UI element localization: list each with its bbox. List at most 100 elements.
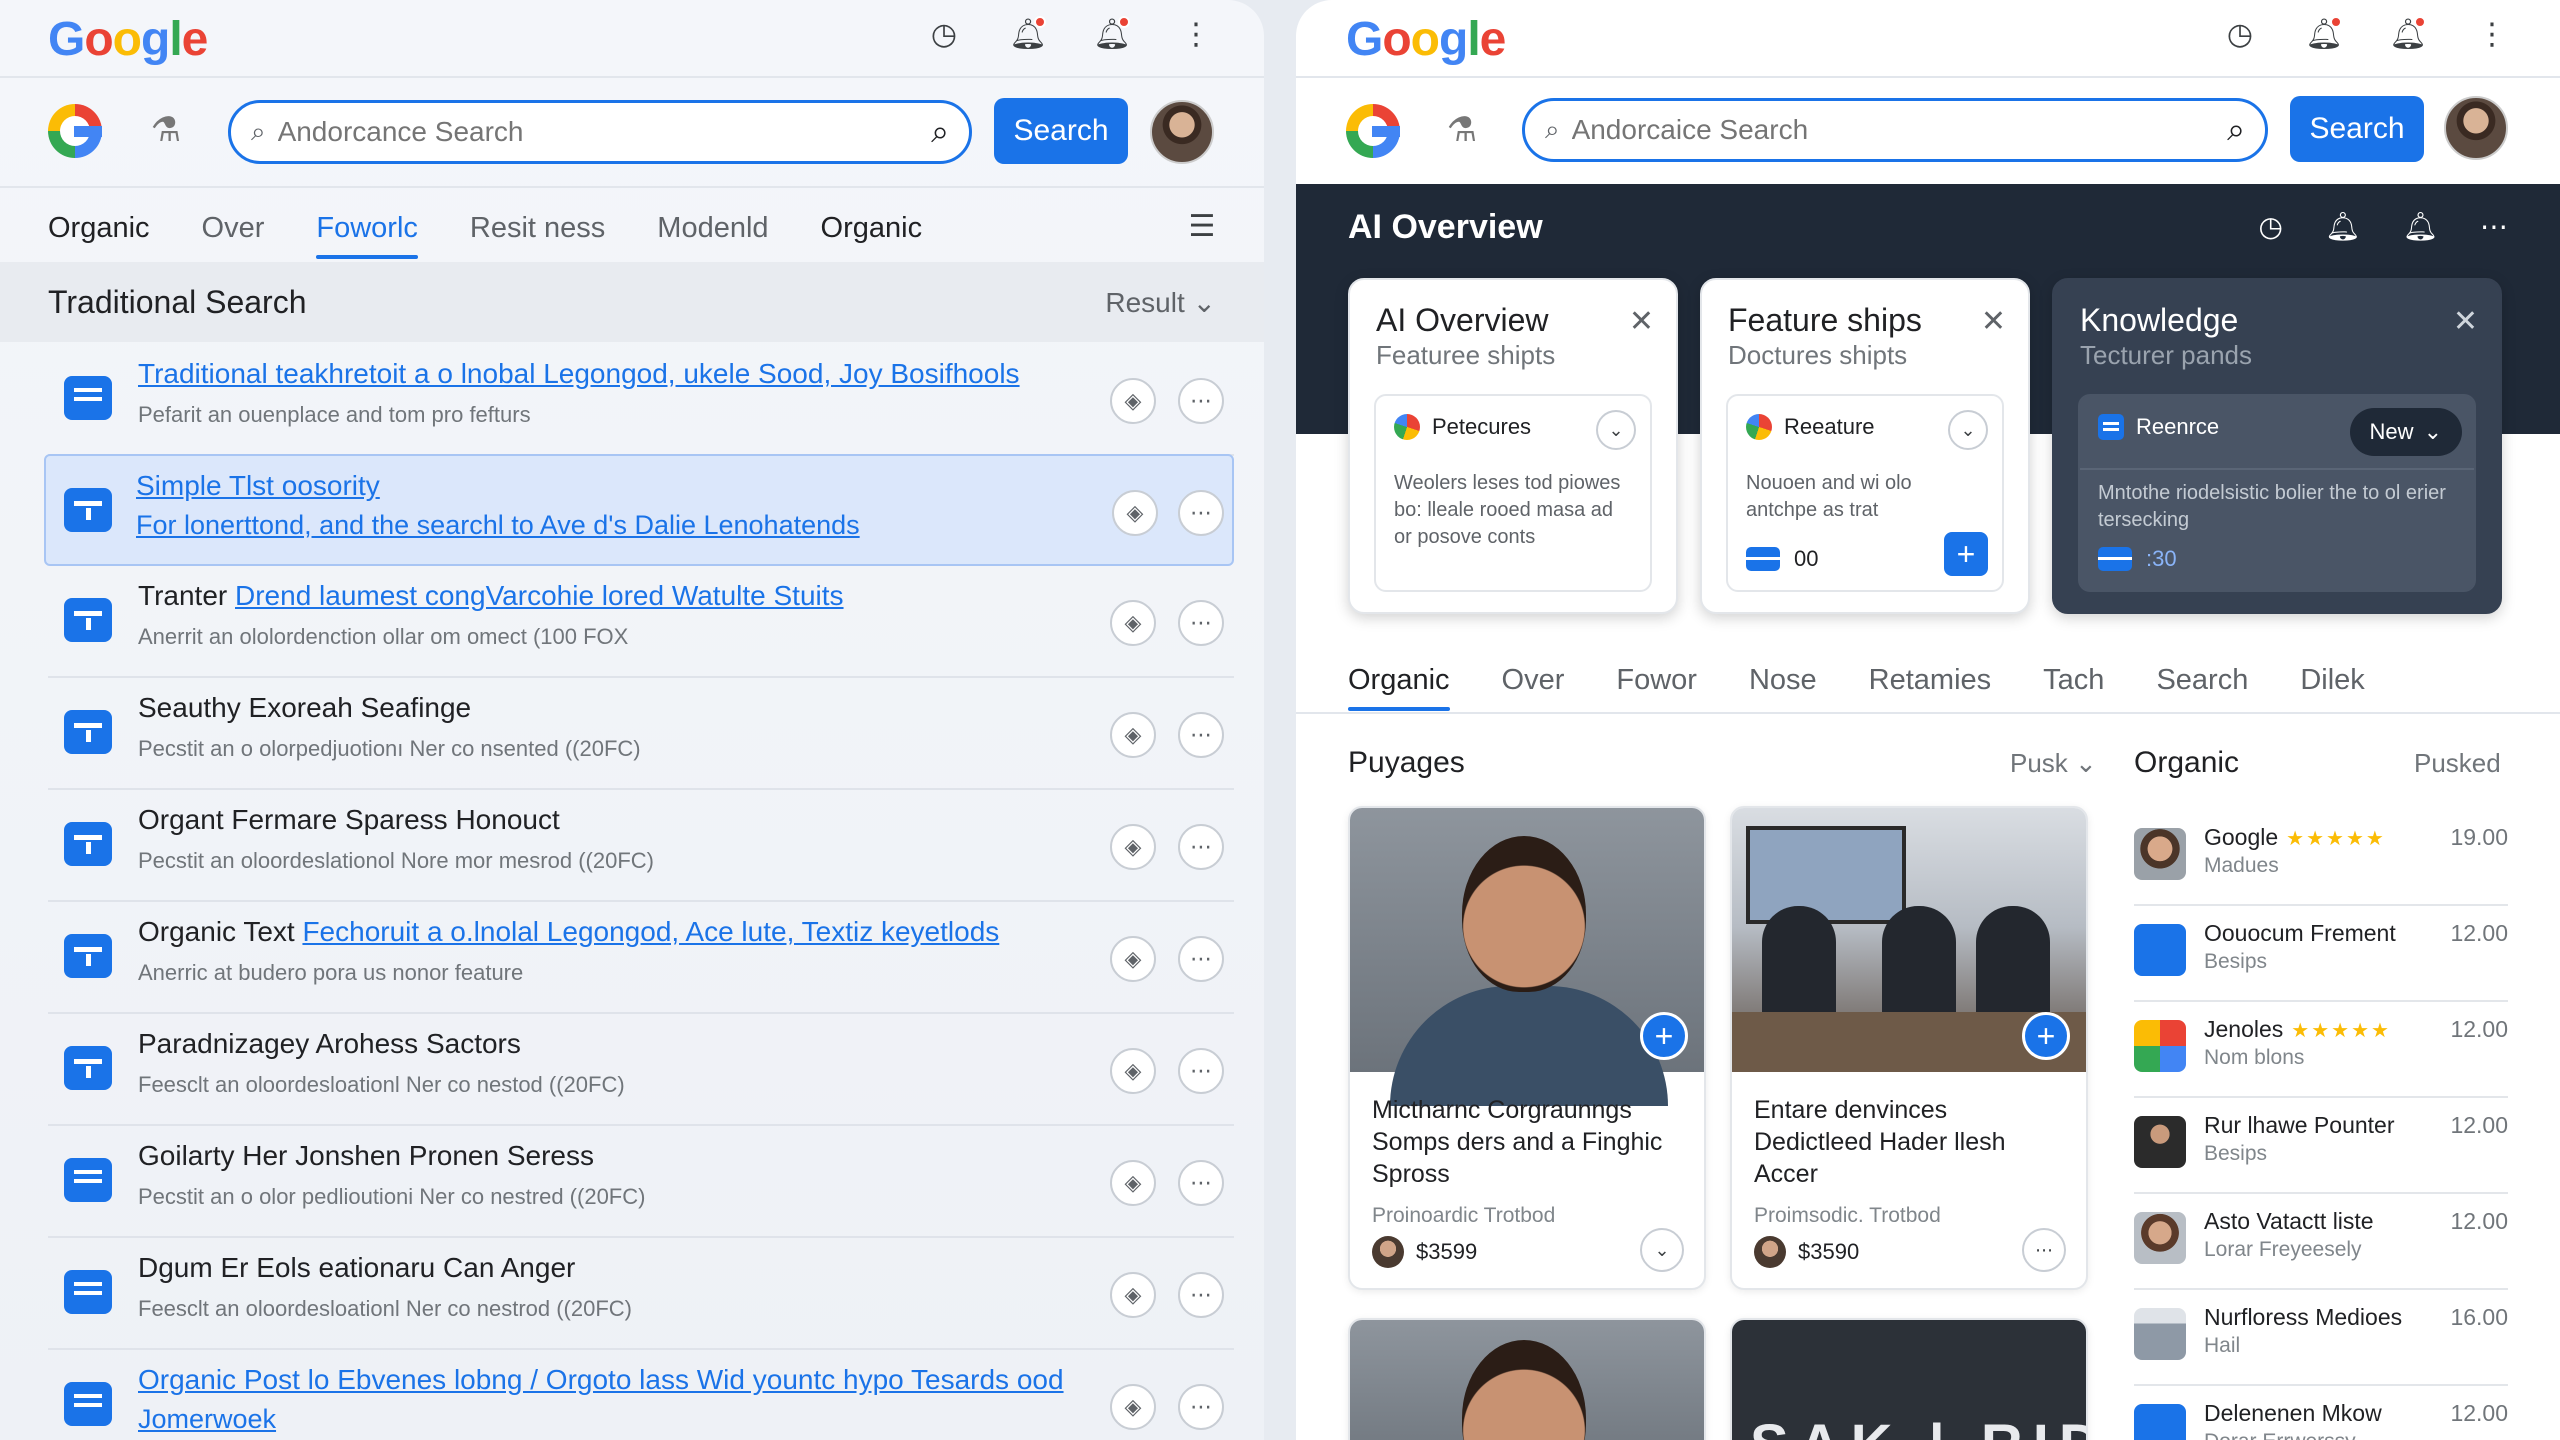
- user-avatar[interactable]: [1150, 100, 1214, 164]
- directions-icon[interactable]: ◈: [1110, 1272, 1156, 1318]
- close-icon[interactable]: ✕: [1981, 304, 2006, 339]
- directions-icon[interactable]: ◈: [1110, 1160, 1156, 1206]
- organic-sort[interactable]: Pusked: [2414, 748, 2501, 779]
- tab-fowor[interactable]: Fowor: [1616, 664, 1697, 711]
- organic-list-item[interactable]: Delenenen Mkow Dorar Errwerssy 12.00: [2134, 1386, 2508, 1440]
- result-item[interactable]: Organic Text Fechoruit a o.lnolal Legong…: [48, 902, 1234, 1014]
- chevron-down-icon[interactable]: ⌄: [1596, 410, 1636, 450]
- more-vert-icon[interactable]: ⋮: [1176, 14, 1216, 54]
- directions-icon[interactable]: ◈: [1110, 936, 1156, 982]
- directions-icon[interactable]: ◈: [1110, 712, 1156, 758]
- result-title[interactable]: Organt Fermare Sparess Honouct: [138, 804, 560, 836]
- result-link[interactable]: Organic Post lo Ebvenes lobng / Orgoto l…: [138, 1364, 1064, 1395]
- timer-icon[interactable]: ◷: [2220, 14, 2260, 54]
- result-item[interactable]: Tranter Drend laumest congVarcohie lored…: [48, 566, 1234, 678]
- organic-list-item[interactable]: Asto Vatactt liste Lorar Freyeesely 12.00: [2134, 1194, 2508, 1290]
- search-bar[interactable]: ⌕ ⌕: [1522, 98, 2268, 162]
- search-submit-icon[interactable]: ⌕: [2227, 111, 2245, 149]
- result-item[interactable]: Organt Fermare Sparess Honouct Pecstit a…: [48, 790, 1234, 902]
- result-item[interactable]: Goilarty Her Jonshen Pronen Seress Pecst…: [48, 1126, 1234, 1238]
- product-card[interactable]: + Mictharnc Corgraunngs Somps ders and a…: [1348, 806, 1706, 1290]
- overview-card[interactable]: AI Overview Featuree shipts ✕ Petecures …: [1348, 278, 1678, 614]
- more-horiz-icon[interactable]: ⋯: [1178, 1048, 1224, 1094]
- timer-icon[interactable]: ◷: [2258, 210, 2282, 243]
- result-title[interactable]: Paradnizagey Arohess Sactors: [138, 1028, 521, 1060]
- more-horiz-icon[interactable]: ⋯: [1178, 1160, 1224, 1206]
- add-button[interactable]: +: [1640, 1012, 1688, 1060]
- result-link[interactable]: Traditional teakhretoit a o lnobal Legon…: [138, 358, 1020, 389]
- more-horiz-icon[interactable]: ⋯: [1178, 1272, 1224, 1318]
- google-g-icon[interactable]: [48, 104, 102, 158]
- search-button[interactable]: Search: [994, 98, 1128, 164]
- search-input[interactable]: [1571, 114, 2228, 146]
- labs-icon[interactable]: ⚗: [1436, 110, 1488, 154]
- result-sub-link[interactable]: Jomerwoek: [138, 1404, 276, 1435]
- result-sort-dropdown[interactable]: Result ⌄: [1105, 286, 1216, 319]
- result-item-selected[interactable]: Simple Tlst oosority For lonerttond, and…: [44, 454, 1234, 566]
- feature-card[interactable]: Feature ships Doctures shipts ✕ Reeature…: [1700, 278, 2030, 614]
- alert-bell-icon[interactable]: 🔔︎: [2388, 14, 2428, 54]
- knowledge-card[interactable]: Knowledge Tecturer pands ✕ Reenrce New ⌄…: [2052, 278, 2502, 614]
- close-icon[interactable]: ✕: [1629, 304, 1654, 339]
- bell-icon[interactable]: 🔔︎: [2325, 210, 2361, 243]
- tab-organic[interactable]: Organic: [1348, 664, 1450, 711]
- google-g-icon[interactable]: [1346, 104, 1400, 158]
- product-card[interactable]: + Entare denvinces Dedictleed Hader lles…: [1730, 806, 2088, 1290]
- add-button[interactable]: +: [2022, 1012, 2070, 1060]
- directions-icon[interactable]: ◈: [1110, 600, 1156, 646]
- organic-list-item[interactable]: Rur lhawe Pounter Besips 12.00: [2134, 1098, 2508, 1194]
- more-horiz-icon[interactable]: ⋯: [1178, 1384, 1224, 1430]
- more-horiz-icon[interactable]: ⋯: [1178, 600, 1224, 646]
- more-horiz-icon[interactable]: ⋯: [1178, 712, 1224, 758]
- tab-foworlc[interactable]: Foworlc: [316, 212, 418, 259]
- tab-nose[interactable]: Nose: [1749, 664, 1817, 711]
- more-horiz-icon[interactable]: ⋯: [1178, 378, 1224, 424]
- result-link[interactable]: Fechoruit a o.lnolal Legongod, Ace lute,…: [302, 916, 999, 947]
- tab-retamies[interactable]: Retamies: [1869, 664, 1992, 711]
- new-dropdown[interactable]: New ⌄: [2349, 408, 2462, 456]
- tab-over[interactable]: Over: [1502, 664, 1565, 711]
- pages-sort-dropdown[interactable]: Pusk ⌄: [2010, 748, 2097, 779]
- result-sub-link[interactable]: For lonerttond, and the searchl to Ave d…: [136, 510, 860, 541]
- directions-icon[interactable]: ◈: [1110, 824, 1156, 870]
- result-link[interactable]: Simple Tlst oosority: [136, 470, 380, 501]
- search-button[interactable]: Search: [2290, 96, 2424, 162]
- directions-icon[interactable]: ◈: [1110, 1384, 1156, 1430]
- labs-icon[interactable]: ⚗: [140, 110, 192, 154]
- result-item[interactable]: Paradnizagey Arohess Sactors Feesclt an …: [48, 1014, 1234, 1126]
- more-horiz-icon[interactable]: ⋯: [2480, 210, 2508, 243]
- search-submit-icon[interactable]: ⌕: [931, 113, 949, 151]
- menu-icon[interactable]: ☰: [1182, 206, 1222, 246]
- notification-bell-icon[interactable]: 🔔︎: [1008, 14, 1048, 54]
- tab-dilek[interactable]: Dilek: [2300, 664, 2364, 711]
- add-button[interactable]: +: [1944, 532, 1988, 576]
- google-logo[interactable]: Google: [48, 12, 208, 67]
- result-item[interactable]: Traditional teakhretoit a o lnobal Legon…: [48, 344, 1234, 456]
- result-link[interactable]: Drend laumest congVarcohie lored Watulte…: [235, 580, 844, 611]
- notification-bell-icon[interactable]: 🔔︎: [2304, 14, 2344, 54]
- result-title[interactable]: Dgum Er Eols eationaru Can Anger: [138, 1252, 575, 1284]
- search-bar[interactable]: ⌕ ⌕: [228, 100, 972, 164]
- user-avatar[interactable]: [2444, 96, 2508, 160]
- tab-modenld[interactable]: Modenld: [657, 212, 768, 259]
- more-horiz-icon[interactable]: ⋯: [1178, 936, 1224, 982]
- close-icon[interactable]: ✕: [2453, 304, 2478, 339]
- more-vert-icon[interactable]: ⋮: [2472, 14, 2512, 54]
- result-title[interactable]: Seauthy Exoreah Seafinge: [138, 692, 471, 724]
- result-item[interactable]: Seauthy Exoreah Seafinge Pecstit an o ol…: [48, 678, 1234, 790]
- organic-list-item[interactable]: Jenoles ★★★★★ Nom blons 12.00: [2134, 1002, 2508, 1098]
- organic-list-item[interactable]: Google ★★★★★ Madues 19.00: [2134, 810, 2508, 906]
- search-input[interactable]: [277, 116, 932, 148]
- directions-icon[interactable]: ◈: [1112, 490, 1158, 536]
- more-horiz-icon[interactable]: ⋯: [2022, 1228, 2066, 1272]
- tab-organic-2[interactable]: Organic: [821, 212, 923, 259]
- google-logo[interactable]: Google: [1346, 12, 1506, 67]
- alert-icon[interactable]: 🔔︎: [2402, 210, 2438, 243]
- organic-list-item[interactable]: Nurfloress Medioes Hail 16.00: [2134, 1290, 2508, 1386]
- tab-over[interactable]: Over: [202, 212, 265, 259]
- tab-resit-ness[interactable]: Resit ness: [470, 212, 605, 259]
- more-horiz-icon[interactable]: ⋯: [1178, 490, 1224, 536]
- timer-icon[interactable]: ◷: [924, 14, 964, 54]
- tab-search[interactable]: Search: [2156, 664, 2248, 711]
- product-card[interactable]: [1348, 1318, 1706, 1440]
